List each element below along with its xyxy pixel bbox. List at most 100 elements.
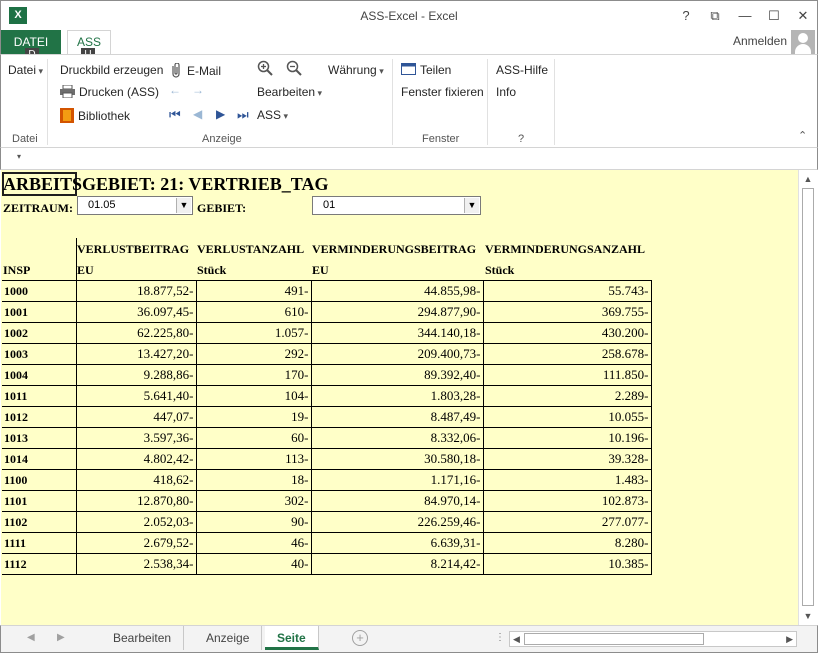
bearbeiten-dropdown[interactable]: Bearbeiten <box>257 85 322 99</box>
verlustbeitrag-cell[interactable]: 4.802,42- <box>76 448 197 470</box>
verminderungsbeitrag-cell[interactable]: 8.332,06- <box>311 427 484 449</box>
verminderungsanzahl-cell[interactable]: 55.743- <box>483 280 652 302</box>
verminderungsbeitrag-cell[interactable]: 44.855,98- <box>311 280 484 302</box>
verlustbeitrag-cell[interactable]: 12.870,80- <box>76 490 197 512</box>
help-button[interactable]: ? <box>675 5 697 27</box>
verminderungsanzahl-cell[interactable]: 2.289- <box>483 385 652 407</box>
scroll-up-icon[interactable]: ▲ <box>799 172 817 186</box>
verminderungsanzahl-cell[interactable]: 10.385- <box>483 553 652 575</box>
verminderungsanzahl-cell[interactable]: 277.077- <box>483 511 652 533</box>
scroll-left-icon[interactable]: ◀ <box>513 632 520 646</box>
zoom-out-icon[interactable] <box>286 60 302 79</box>
insp-cell[interactable]: 1003 <box>2 343 77 365</box>
verlustbeitrag-cell[interactable]: 13.427,20- <box>76 343 197 365</box>
verlustanzahl-cell[interactable]: 302- <box>196 490 312 512</box>
verlustbeitrag-cell[interactable]: 447,07- <box>76 406 197 428</box>
verminderungsbeitrag-cell[interactable]: 8.214,42- <box>311 553 484 575</box>
drucken-button[interactable]: Drucken (ASS) <box>60 84 159 101</box>
horizontal-scrollbar-thumb[interactable] <box>524 633 704 645</box>
verlustanzahl-cell[interactable]: 90- <box>196 511 312 533</box>
verlustanzahl-cell[interactable]: 18- <box>196 469 312 491</box>
chevron-down-icon[interactable]: ▼ <box>464 198 479 213</box>
fenster-fixieren-button[interactable]: Fenster fixieren <box>401 85 484 99</box>
teilen-button[interactable]: Teilen <box>401 63 451 78</box>
customize-quick-access-icon[interactable]: ▾ <box>17 152 21 161</box>
waehrung-dropdown[interactable]: Währung <box>328 63 384 77</box>
verminderungsanzahl-cell[interactable]: 430.200- <box>483 322 652 344</box>
first-record-icon[interactable]: ⏮ <box>169 107 181 123</box>
sheet-tab[interactable]: Seite <box>265 626 319 650</box>
verlustanzahl-cell[interactable]: 610- <box>196 301 312 323</box>
verlustbeitrag-cell[interactable]: 2.052,03- <box>76 511 197 533</box>
insp-cell[interactable]: 1000 <box>2 280 77 302</box>
verminderungsbeitrag-cell[interactable]: 1.803,28- <box>311 385 484 407</box>
verlustanzahl-cell[interactable]: 491- <box>196 280 312 302</box>
verminderungsbeitrag-cell[interactable]: 89.392,40- <box>311 364 484 386</box>
close-button[interactable]: ✕ <box>792 5 814 27</box>
insp-cell[interactable]: 1012 <box>2 406 77 428</box>
maximize-button[interactable]: ☐ <box>763 5 785 27</box>
verminderungsbeitrag-cell[interactable]: 6.639,31- <box>311 532 484 554</box>
collapse-ribbon-icon[interactable]: ⌃ <box>798 129 807 142</box>
user-avatar-icon[interactable] <box>791 30 815 54</box>
verlustanzahl-cell[interactable]: 113- <box>196 448 312 470</box>
chevron-down-icon[interactable]: ▼ <box>176 198 191 213</box>
verlustanzahl-cell[interactable]: 170- <box>196 364 312 386</box>
insp-cell[interactable]: 1013 <box>2 427 77 449</box>
insp-cell[interactable]: 1004 <box>2 364 77 386</box>
scroll-right-icon[interactable]: ▶ <box>786 632 793 646</box>
insp-cell[interactable]: 1002 <box>2 322 77 344</box>
previous-sheet-icon[interactable]: ◀ <box>27 632 35 643</box>
next-sheet-icon[interactable]: ▶ <box>57 632 65 643</box>
sheet-tab-splitter-icon[interactable]: ⋮ <box>495 632 505 643</box>
scrollbar-thumb[interactable] <box>802 188 814 606</box>
verlustbeitrag-cell[interactable]: 62.225,80- <box>76 322 197 344</box>
verlustanzahl-cell[interactable]: 104- <box>196 385 312 407</box>
back-arrow-icon[interactable]: ← <box>169 83 181 97</box>
email-button[interactable]: E-Mail <box>169 62 221 81</box>
scroll-down-icon[interactable]: ▼ <box>799 609 817 623</box>
minimize-button[interactable]: — <box>734 5 756 27</box>
datei-menu-button[interactable]: Datei <box>8 63 43 77</box>
druckbild-button[interactable]: Druckbild erzeugen <box>60 63 163 77</box>
vertical-scrollbar[interactable]: ▲ ▼ <box>798 170 817 625</box>
verlustbeitrag-cell[interactable]: 3.597,36- <box>76 427 197 449</box>
verlustanzahl-cell[interactable]: 1.057- <box>196 322 312 344</box>
verminderungsbeitrag-cell[interactable]: 84.970,14- <box>311 490 484 512</box>
verminderungsbeitrag-cell[interactable]: 30.580,18- <box>311 448 484 470</box>
verlustbeitrag-cell[interactable]: 18.877,52- <box>76 280 197 302</box>
horizontal-scrollbar[interactable]: ◀ ▶ <box>509 631 797 647</box>
verminderungsanzahl-cell[interactable]: 258.678- <box>483 343 652 365</box>
bibliothek-button[interactable]: Bibliothek <box>60 108 130 126</box>
verlustanzahl-cell[interactable]: 46- <box>196 532 312 554</box>
ribbon-display-options-button[interactable]: ⧉ <box>704 5 726 27</box>
insp-cell[interactable]: 1001 <box>2 301 77 323</box>
verlustanzahl-cell[interactable]: 19- <box>196 406 312 428</box>
verminderungsanzahl-cell[interactable]: 369.755- <box>483 301 652 323</box>
add-sheet-icon[interactable]: + <box>352 630 368 646</box>
sign-in-link[interactable]: Anmelden <box>733 34 787 48</box>
ass-hilfe-button[interactable]: ASS-Hilfe <box>496 63 548 77</box>
insp-cell[interactable]: 1111 <box>2 532 77 554</box>
verminderungsbeitrag-cell[interactable]: 1.171,16- <box>311 469 484 491</box>
verlustbeitrag-cell[interactable]: 2.679,52- <box>76 532 197 554</box>
verlustbeitrag-cell[interactable]: 418,62- <box>76 469 197 491</box>
verlustanzahl-cell[interactable]: 40- <box>196 553 312 575</box>
verminderungsanzahl-cell[interactable]: 111.850- <box>483 364 652 386</box>
verminderungsanzahl-cell[interactable]: 10.055- <box>483 406 652 428</box>
previous-record-icon[interactable]: ◀ <box>193 107 202 121</box>
verminderungsanzahl-cell[interactable]: 1.483- <box>483 469 652 491</box>
forward-arrow-icon[interactable]: → <box>192 83 204 97</box>
sheet-tab[interactable]: Bearbeiten <box>101 626 185 650</box>
verlustbeitrag-cell[interactable]: 36.097,45- <box>76 301 197 323</box>
insp-cell[interactable]: 1101 <box>2 490 77 512</box>
verminderungsbeitrag-cell[interactable]: 226.259,46- <box>311 511 484 533</box>
gebiet-dropdown[interactable]: 01 ▼ <box>312 196 481 215</box>
verminderungsanzahl-cell[interactable]: 8.280- <box>483 532 652 554</box>
insp-cell[interactable]: 1011 <box>2 385 77 407</box>
ass-dropdown[interactable]: ASS <box>257 108 288 122</box>
verlustbeitrag-cell[interactable]: 5.641,40- <box>76 385 197 407</box>
verminderungsbeitrag-cell[interactable]: 344.140,18- <box>311 322 484 344</box>
verlustbeitrag-cell[interactable]: 2.538,34- <box>76 553 197 575</box>
verminderungsbeitrag-cell[interactable]: 294.877,90- <box>311 301 484 323</box>
